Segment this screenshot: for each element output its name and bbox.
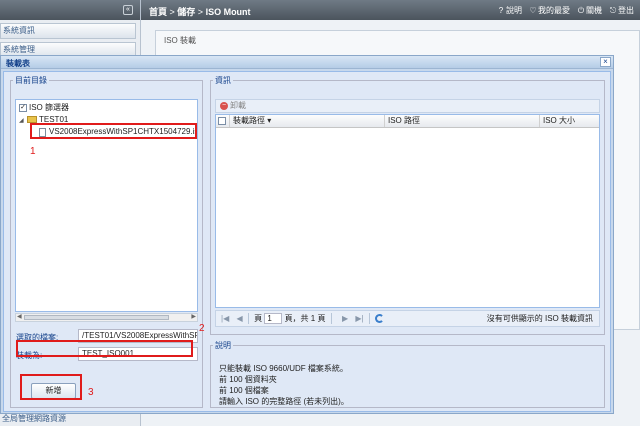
logout-icon: ⎋ [609,6,617,15]
breadcrumb-current: ISO Mount [205,7,251,17]
page-label: 頁 [254,314,263,323]
checkbox-icon[interactable] [218,116,226,125]
pager-divider [247,313,249,325]
dialog-title: 裝載表 [6,59,30,68]
mount-dialog: 裝載表 × 目前目錄 ✓ ISO 篩選器 ◢ TEST01 VS2008Expres… [0,55,614,414]
description-line: 請輸入 ISO 的完整路徑 (若未列出)。 [219,397,349,406]
logout-link[interactable]: ⎋ 登出 [608,5,634,16]
top-links: ? 說明 ♡我的最愛 ⏻ 關機 ⎋ 登出 [496,5,634,16]
favorites-link[interactable]: ♡我的最愛 [528,5,570,16]
breadcrumb-home[interactable]: 首頁 [149,7,167,17]
breadcrumb-separator: > [195,7,206,17]
minus-icon: − [220,101,228,110]
description-text: 只能裝載 ISO 9660/UDF 檔案系統。 前 100 個資料夾 前 100… [219,363,349,407]
column-iso-size[interactable]: ISO 大小 [540,115,599,127]
shutdown-link[interactable]: ⏻ 關機 [576,5,602,16]
collapse-icon[interactable]: « [123,5,133,15]
dialog-header: 裝載表 × [1,56,613,69]
pager-message: 沒有可供顯示的 ISO 裝載資訊 [486,314,593,323]
sidebar-header: « [0,0,140,20]
close-icon[interactable]: × [600,57,611,67]
horizontal-scrollbar[interactable]: ◀ ▶ [15,313,198,322]
breadcrumb-separator: > [167,7,178,17]
mount-grid: 裝載路徑 ▾ ISO 路徑 ISO 大小 [215,114,600,308]
grid-select-all[interactable] [216,115,230,127]
sidebar-item-system-info[interactable]: 系統資訊 [0,23,136,39]
scroll-right-icon[interactable]: ▶ [191,314,196,321]
highlight-box-mount-as [16,340,193,357]
column-mount-path[interactable]: 裝載路徑 ▾ [230,115,385,127]
logout-label: 登出 [618,6,634,15]
grid-pager: |◀ ◀ 頁 1 頁，共 1 頁 ▶ ▶| 沒有可供顯示的 ISO 裝載資訊 [215,310,600,327]
prev-page-icon[interactable]: ◀ [236,311,242,326]
highlight-box-file [30,123,197,139]
scroll-left-icon[interactable]: ◀ [17,314,22,321]
grid-header: 裝載路徑 ▾ ISO 路徑 ISO 大小 [216,115,599,128]
scroll-thumb[interactable] [24,315,169,320]
page-total: 頁，共 1 頁 [284,314,326,323]
page-number-input[interactable]: 1 [264,313,283,325]
unmount-label: 卸載 [230,101,246,110]
description-line: 只能裝載 ISO 9660/UDF 檔案系統。 [219,364,348,373]
next-page-icon[interactable]: ▶ [342,311,348,326]
tree-root[interactable]: ✓ ISO 篩選器 [19,102,69,114]
first-page-icon[interactable]: |◀ [221,311,229,326]
shutdown-label: 關機 [586,6,602,15]
heart-icon: ♡ [529,6,537,15]
info-legend: 資訊 [215,76,231,85]
annotation-number: 3 [88,387,94,398]
annotation-number: 1 [30,146,36,157]
favorites-label: 我的最愛 [538,6,570,15]
pager-divider [368,313,370,325]
unmount-button[interactable]: − 卸載 [220,101,246,110]
refresh-icon[interactable] [375,314,385,324]
tree-root-label: ISO 篩選器 [29,103,70,112]
panel-title: ISO 裝載 [164,36,197,45]
description-line: 前 100 個資料夾 [219,375,277,384]
last-page-icon[interactable]: ▶| [355,311,363,326]
highlight-box-add [20,374,82,400]
description-line: 前 100 個檔案 [219,386,269,395]
top-bar: 首頁 > 儲存 > ISO Mount ? 說明 ♡我的最愛 ⏻ 關機 ⎋ 登出 [141,0,640,20]
directory-legend: 目前目錄 [15,76,47,85]
pager-divider [330,313,332,325]
breadcrumb: 首頁 > 儲存 > ISO Mount [149,5,251,18]
info-toolbar: − 卸載 [215,99,600,113]
checkbox-icon[interactable]: ✓ [19,103,27,112]
info-fieldset: 資訊 − 卸載 裝載路徑 ▾ ISO 路徑 ISO 大小 |◀ ◀ 頁 1 頁，共… [210,75,605,335]
power-icon: ⏻ [577,6,585,15]
description-fieldset: 說明 只能裝載 ISO 9660/UDF 檔案系統。 前 100 個資料夾 前 … [210,340,605,408]
column-iso-path[interactable]: ISO 路徑 [385,115,540,127]
help-link[interactable]: ? 說明 [496,5,522,16]
annotation-number: 2 [199,323,205,334]
help-icon: ? [498,6,504,15]
description-legend: 說明 [215,341,231,350]
expand-icon[interactable]: ◢ [19,115,27,127]
breadcrumb-storage[interactable]: 儲存 [177,7,195,17]
help-label: 說明 [506,6,522,15]
sidebar-item-network[interactable]: 全局管理網路資源 [0,413,140,424]
